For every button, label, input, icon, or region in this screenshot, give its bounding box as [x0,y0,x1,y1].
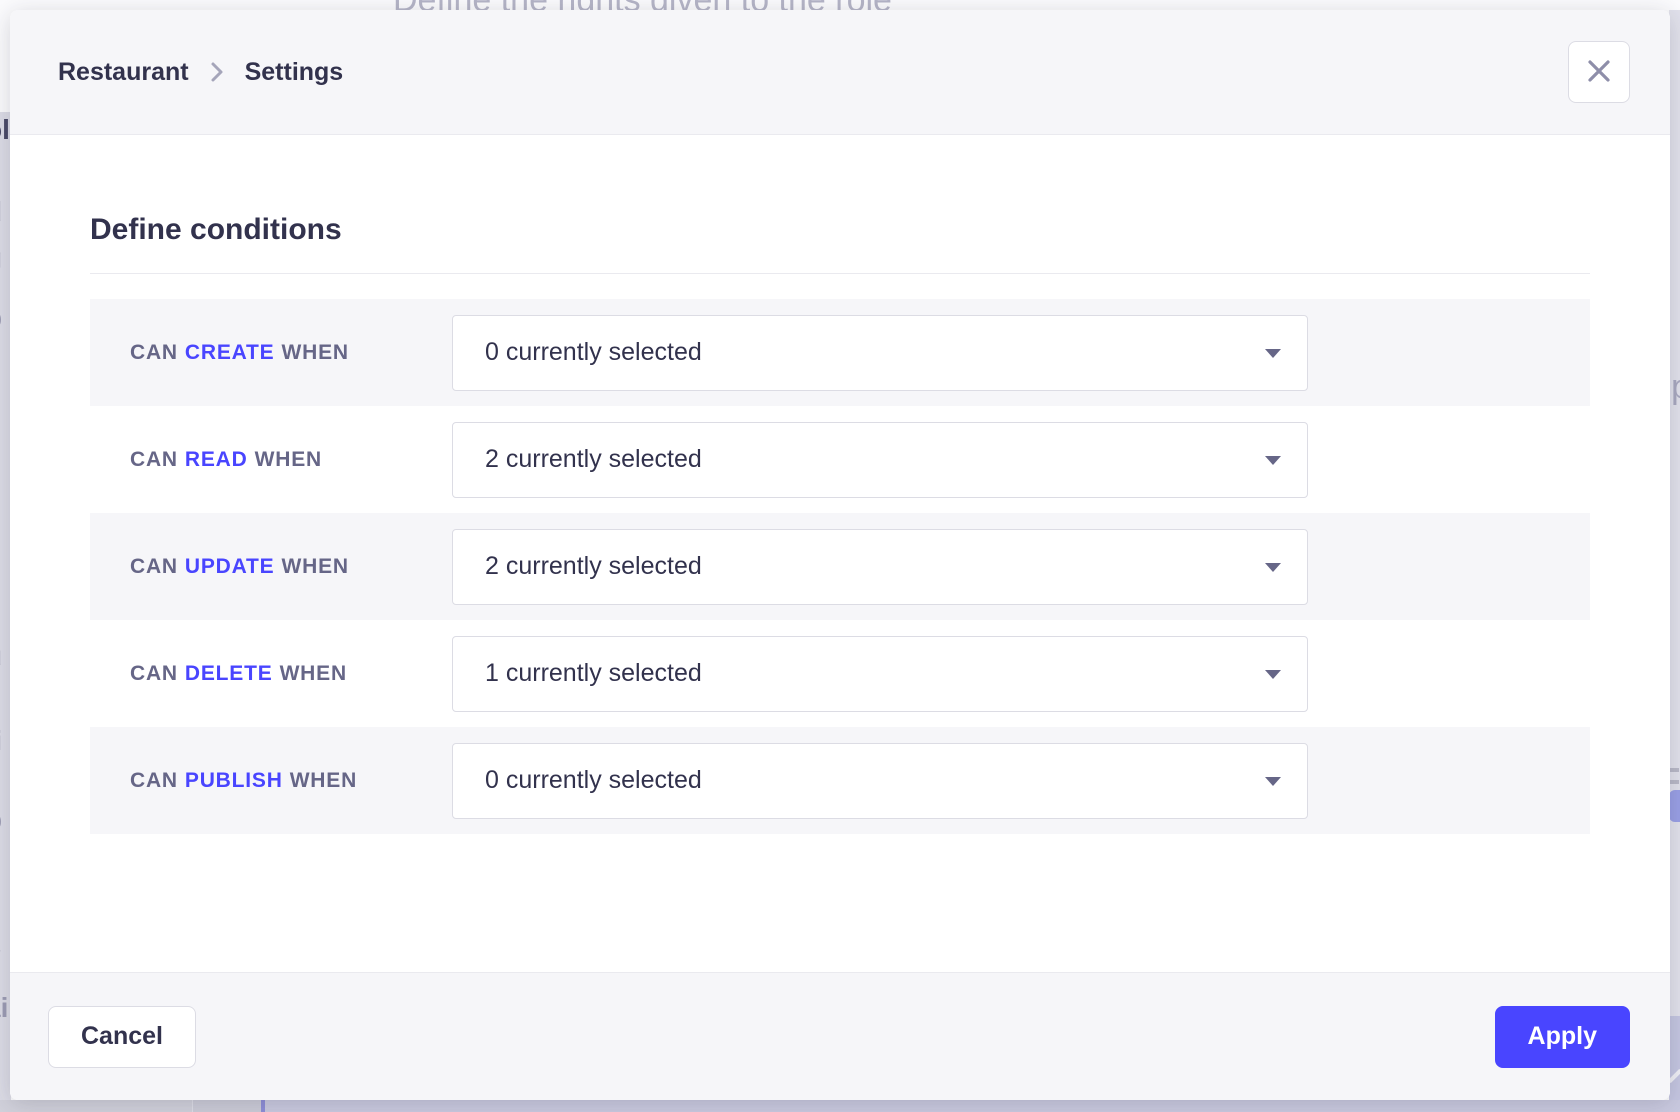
chevron-down-icon [1265,670,1281,679]
background-text-fragment: p [1671,370,1680,404]
select-value: 0 currently selected [485,766,702,795]
permission-row-publish: CAN PUBLISH WHEN 0 currently selected [90,727,1590,834]
select-value: 2 currently selected [485,445,702,474]
apply-button[interactable]: Apply [1495,1006,1630,1068]
permission-label-prefix: CAN [130,448,178,472]
conditions-select-publish[interactable]: 0 currently selected [452,743,1308,819]
permission-label: CAN DELETE WHEN [130,662,452,686]
background-text-fragment: p [0,304,2,332]
permission-row-delete: CAN DELETE WHEN 1 currently selected [90,620,1590,727]
background-right-strip: p [1669,10,1680,1112]
background-text-fragment: e [0,452,1,480]
background-bottom-segment [265,1100,1680,1112]
breadcrumb-item-settings: Settings [245,58,344,87]
permission-action: READ [185,448,248,472]
chevron-down-icon [1265,563,1281,572]
chevron-down-icon [1265,456,1281,465]
chevron-down-icon [1265,777,1281,786]
background-text-fragment: g [0,244,2,272]
permission-row-update: CAN UPDATE WHEN 2 currently selected [90,513,1590,620]
select-value: 2 currently selected [485,552,702,581]
permission-action: CREATE [185,341,275,365]
define-conditions-modal: Restaurant Settings Define conditions CA… [10,10,1670,1100]
permission-label: CAN READ WHEN [130,448,452,472]
background-text-fragment: p [0,806,2,834]
permission-action: PUBLISH [185,769,283,793]
close-icon [1585,57,1613,88]
background-bottom-segment [0,1100,193,1112]
conditions-select-read[interactable]: 2 currently selected [452,422,1308,498]
permission-label: CAN CREATE WHEN [130,341,452,365]
background-lavender-element [1669,1016,1680,1112]
page-title: Define conditions [90,210,1590,250]
pencil-icon [1669,1069,1680,1083]
background-blue-element [1669,790,1680,822]
chevron-down-icon [1265,349,1281,358]
background-text-fragment: v [0,942,1,970]
permission-label-prefix: CAN [130,662,178,686]
conditions-select-delete[interactable]: 1 currently selected [452,636,1308,712]
select-value: 1 currently selected [485,659,702,688]
permission-label-suffix: WHEN [255,448,322,472]
chevron-right-icon [209,59,225,85]
background-bottom-strip [0,1100,1680,1112]
background-text-fragment: ai [0,994,8,1022]
title-divider [90,273,1590,274]
conditions-select-create[interactable]: 0 currently selected [452,315,1308,391]
cancel-button[interactable]: Cancel [48,1006,196,1068]
permission-action: UPDATE [185,555,275,579]
permission-action: DELETE [185,662,273,686]
background-text-fragment: ol [0,116,10,144]
close-button[interactable] [1568,41,1630,103]
permission-label-suffix: WHEN [282,341,349,365]
permission-rows: CAN CREATE WHEN 0 currently selected CAN… [90,299,1590,834]
background-text-fragment: ti [0,727,2,755]
select-value: 0 currently selected [485,338,702,367]
conditions-select-update[interactable]: 2 currently selected [452,529,1308,605]
background-bottom-divider [261,1100,265,1112]
background-line-fragment [1670,768,1679,772]
permission-row-create: CAN CREATE WHEN 0 currently selected [90,299,1590,406]
permission-label-suffix: WHEN [280,662,347,686]
modal-header: Restaurant Settings [10,10,1670,135]
modal-footer: Cancel Apply [10,972,1670,1100]
background-text-fragment: u [0,642,2,670]
breadcrumb: Restaurant Settings [58,58,343,87]
background-text-fragment: d [0,198,2,226]
permission-label: CAN UPDATE WHEN [130,555,452,579]
modal-body: Define conditions CAN CREATE WHEN 0 curr… [10,135,1670,972]
permission-row-read: CAN READ WHEN 2 currently selected [90,406,1590,513]
permission-label-suffix: WHEN [282,555,349,579]
permission-label: CAN PUBLISH WHEN [130,769,452,793]
background-line-fragment [1670,780,1679,784]
permission-label-prefix: CAN [130,769,178,793]
permission-label-prefix: CAN [130,555,178,579]
permission-label-prefix: CAN [130,341,178,365]
permission-label-suffix: WHEN [290,769,357,793]
breadcrumb-item-restaurant: Restaurant [58,58,189,87]
